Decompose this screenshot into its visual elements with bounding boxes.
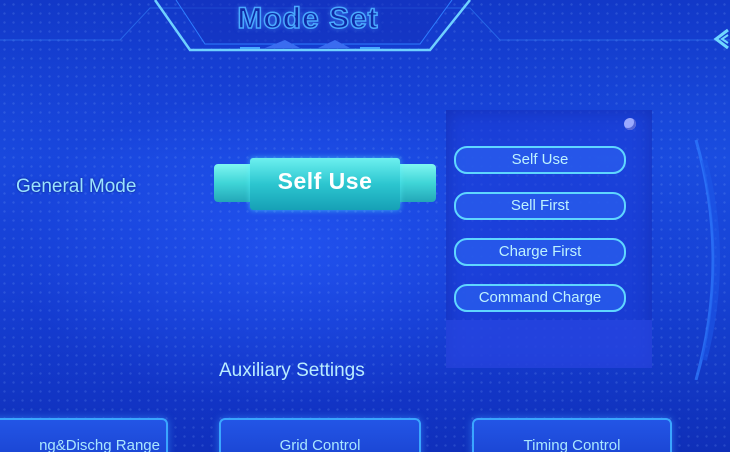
mode-set-screen: Mode Set General Mode Self Use Self Use … bbox=[0, 0, 730, 452]
general-mode-selector[interactable]: Self Use bbox=[214, 158, 436, 210]
decorative-arc bbox=[694, 140, 720, 380]
option-command-charge[interactable]: Command Charge bbox=[454, 284, 626, 312]
charge-discharge-range-label: ng&Dischg Range bbox=[39, 437, 160, 452]
timing-control-label: Timing Control bbox=[523, 437, 621, 452]
option-sell-first[interactable]: Sell First bbox=[454, 192, 626, 220]
auxiliary-settings-label: Auxiliary Settings bbox=[219, 360, 365, 381]
back-arrow-icon[interactable] bbox=[710, 28, 730, 50]
selected-mode-value: Self Use bbox=[277, 168, 373, 194]
page-title: Mode Set bbox=[237, 1, 379, 36]
dropdown-footer bbox=[446, 320, 652, 368]
general-mode-label: General Mode bbox=[16, 176, 137, 197]
charge-discharge-range-button[interactable]: ng&Dischg Range bbox=[0, 418, 168, 452]
grid-control-button[interactable]: Grid Control bbox=[219, 418, 421, 452]
selector-right-cap bbox=[394, 164, 436, 202]
grid-control-label: Grid Control bbox=[279, 437, 361, 452]
mode-dropdown-panel: Self Use Sell First Charge First Command… bbox=[446, 110, 652, 368]
option-self-use[interactable]: Self Use bbox=[454, 146, 626, 174]
timing-control-button[interactable]: Timing Control bbox=[472, 418, 672, 452]
option-charge-first[interactable]: Charge First bbox=[454, 238, 626, 266]
scroll-indicator-icon bbox=[624, 118, 636, 130]
